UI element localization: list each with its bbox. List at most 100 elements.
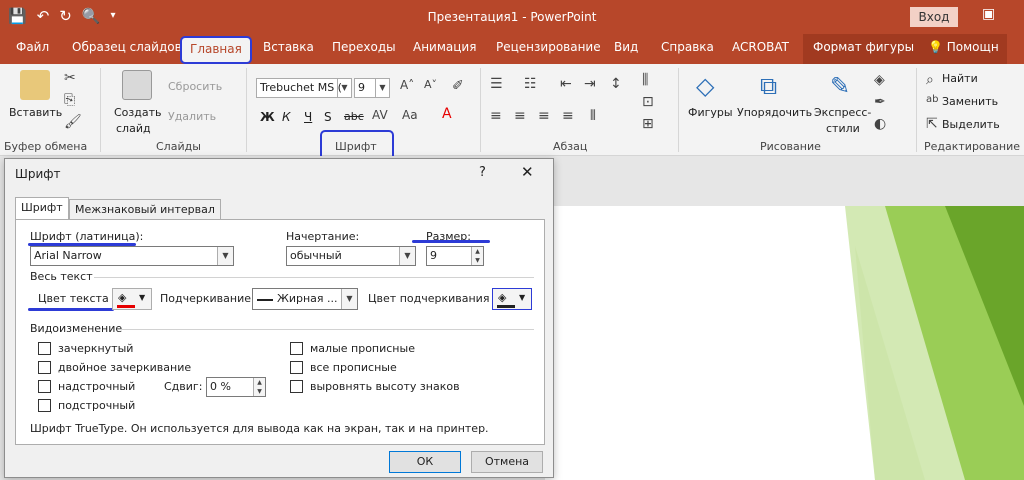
copy-icon[interactable]: ⎘: [64, 92, 75, 108]
tab-animations[interactable]: Анимация: [413, 40, 476, 54]
chevron-down-icon[interactable]: ▼: [217, 247, 233, 265]
group-separator: [100, 68, 101, 152]
select-button[interactable]: Выделить: [942, 118, 1000, 131]
tab-insert[interactable]: Вставка: [263, 40, 314, 54]
align-center-icon[interactable]: ≡: [514, 108, 526, 124]
justify-icon[interactable]: ≡: [562, 108, 574, 124]
sign-in-button[interactable]: Вход: [910, 7, 958, 27]
strikethrough-checkbox[interactable]: [38, 342, 51, 355]
tell-me-box[interactable]: 💡 Помощн: [920, 34, 1007, 64]
italic-button[interactable]: К: [282, 110, 291, 124]
shape-effects-icon[interactable]: ◐: [874, 116, 886, 132]
paste-button[interactable]: Вставить: [9, 106, 62, 119]
font-size-combo[interactable]: 9 ▼: [354, 78, 390, 98]
all-caps-checkbox[interactable]: [290, 361, 303, 374]
size-input[interactable]: 9 ▲ ▼: [426, 246, 484, 266]
underline-style-input[interactable]: Жирная ... ▼: [252, 288, 358, 310]
text-direction-icon[interactable]: ⫼: [642, 72, 648, 88]
line-spacing-icon[interactable]: ↕: [610, 76, 622, 92]
quick-styles-button[interactable]: Экспресс-: [814, 106, 871, 119]
small-caps-checkbox[interactable]: [290, 342, 303, 355]
underline-color-button[interactable]: ◈ ▼: [492, 288, 532, 310]
decrease-indent-icon[interactable]: ⇤: [560, 76, 572, 92]
double-strikethrough-checkbox[interactable]: [38, 361, 51, 374]
equalize-height-checkbox[interactable]: [290, 380, 303, 393]
shape-fill-icon[interactable]: ◈: [874, 72, 885, 88]
double-strikethrough-label: двойное зачеркивание: [58, 361, 192, 374]
tab-acrobat[interactable]: ACROBAT: [732, 40, 789, 54]
subscript-checkbox[interactable]: [38, 399, 51, 412]
slides-group-label: Слайды: [156, 140, 201, 153]
spin-arrows-icon[interactable]: ▲ ▼: [471, 247, 483, 265]
chevron-down-icon[interactable]: ▼: [337, 79, 351, 97]
arrange-icon[interactable]: ⧉: [760, 72, 777, 100]
format-painter-icon[interactable]: 🖌: [64, 114, 82, 130]
ribbon-display-icon[interactable]: ▣: [982, 6, 998, 22]
chevron-down-icon[interactable]: ▼: [375, 79, 389, 97]
reset-button[interactable]: Сбросить: [168, 80, 222, 93]
paste-icon[interactable]: [20, 70, 50, 100]
tab-home[interactable]: Главная: [180, 36, 252, 64]
bold-button[interactable]: Ж: [260, 110, 275, 124]
increase-indent-icon[interactable]: ⇥: [584, 76, 596, 92]
tab-font[interactable]: Шрифт: [15, 197, 69, 219]
align-left-icon[interactable]: ≡: [490, 108, 502, 124]
cancel-button[interactable]: Отмена: [471, 451, 543, 473]
chevron-down-icon[interactable]: ▼: [399, 247, 415, 265]
cut-icon[interactable]: ✂: [64, 70, 76, 86]
annotation-underline: [28, 308, 114, 311]
columns-icon[interactable]: ⫴: [590, 108, 596, 124]
style-input[interactable]: обычный ▼: [286, 246, 416, 266]
shapes-button[interactable]: Фигуры: [688, 106, 733, 119]
replace-icon[interactable]: ab: [926, 94, 938, 105]
delete-button[interactable]: Удалить: [168, 110, 216, 123]
ribbon: Вставить ✂ ⎘ 🖌 Буфер обмена Создать слай…: [0, 64, 1024, 156]
increase-font-icon[interactable]: A˄: [400, 78, 414, 92]
select-icon[interactable]: ⇱: [926, 116, 938, 132]
help-button[interactable]: ?: [479, 165, 486, 180]
shape-outline-icon[interactable]: ✒: [874, 94, 886, 110]
find-icon[interactable]: ⌕: [926, 72, 934, 88]
change-case-icon[interactable]: Aa: [402, 108, 418, 122]
quick-styles-icon[interactable]: ✎: [830, 72, 850, 100]
tab-help[interactable]: Справка: [661, 40, 714, 54]
font-name-combo[interactable]: Trebuchet MS (▼: [256, 78, 352, 98]
arrange-button[interactable]: Упорядочить: [737, 106, 812, 119]
tab-transitions[interactable]: Переходы: [332, 40, 396, 54]
numbering-icon[interactable]: ☷: [524, 76, 537, 92]
superscript-checkbox[interactable]: [38, 380, 51, 393]
new-slide-icon[interactable]: [122, 70, 152, 100]
find-button[interactable]: Найти: [942, 72, 978, 85]
ok-button[interactable]: ОК: [389, 451, 461, 473]
tab-character-spacing[interactable]: Межзнаковый интервал: [69, 199, 221, 219]
text-color-button[interactable]: ◈ ▼: [112, 288, 152, 310]
strikethrough-button[interactable]: abc: [344, 110, 364, 123]
tab-slide-master[interactable]: Образец слайдов: [72, 40, 182, 54]
new-slide-button[interactable]: Создать: [114, 106, 162, 119]
font-color-icon[interactable]: A: [442, 106, 452, 122]
font-latin-input[interactable]: Arial Narrow ▼: [30, 246, 234, 266]
shapes-icon[interactable]: ◇: [696, 72, 714, 100]
spin-arrows-icon[interactable]: ▲ ▼: [253, 378, 265, 396]
underline-color-swatch: [497, 305, 515, 308]
slide-canvas[interactable]: [545, 206, 1024, 480]
align-right-icon[interactable]: ≡: [538, 108, 550, 124]
character-spacing-icon[interactable]: AV: [372, 108, 388, 122]
replace-button[interactable]: Заменить: [942, 95, 998, 108]
tab-shape-format[interactable]: Формат фигуры: [803, 34, 925, 64]
smartart-icon[interactable]: ⊞: [642, 116, 654, 132]
decrease-font-icon[interactable]: A˅: [424, 78, 437, 91]
style-label: Начертание:: [286, 230, 360, 243]
shadow-button[interactable]: S: [324, 110, 332, 124]
tab-file[interactable]: Файл: [16, 40, 49, 54]
clear-formatting-icon[interactable]: ✐: [452, 78, 464, 94]
tab-view[interactable]: Вид: [614, 40, 638, 54]
dialog-title: Шрифт: [15, 167, 61, 181]
offset-input[interactable]: 0 % ▲ ▼: [206, 377, 266, 397]
tab-review[interactable]: Рецензирование: [496, 40, 601, 54]
align-text-icon[interactable]: ⊡: [642, 94, 654, 110]
close-button[interactable]: ✕: [521, 163, 534, 181]
bullets-icon[interactable]: ☰: [490, 76, 503, 92]
chevron-down-icon[interactable]: ▼: [341, 289, 357, 309]
underline-button[interactable]: Ч: [304, 110, 312, 124]
